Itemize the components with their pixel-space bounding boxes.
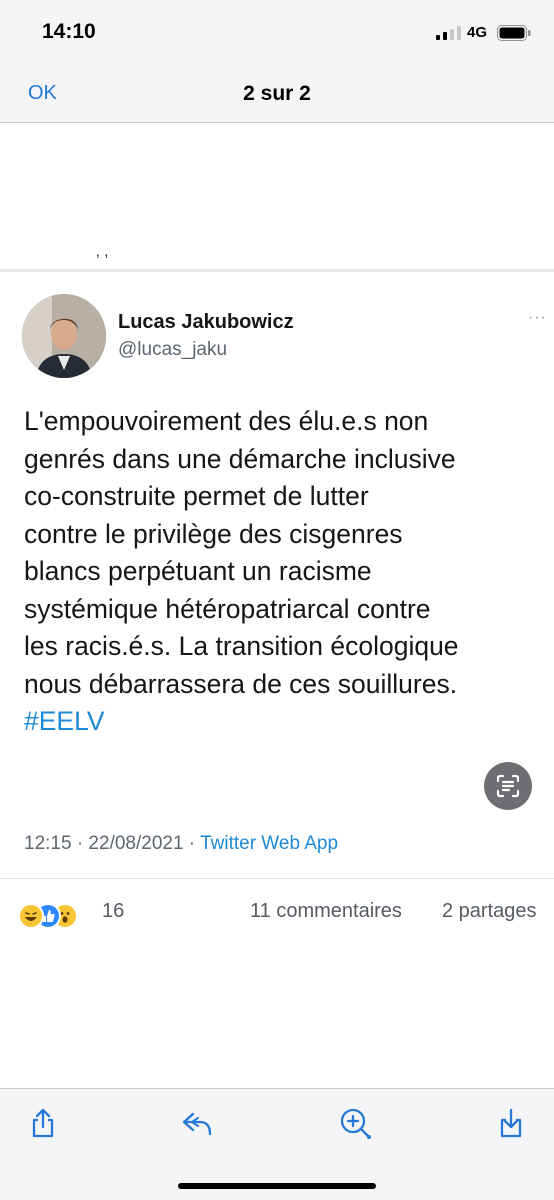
tweet-timestamp: 12:15 · 22/08/2021 · xyxy=(24,833,201,854)
live-text-icon xyxy=(496,774,520,798)
more-options-icon: ··· xyxy=(528,309,547,326)
person-avatar-icon xyxy=(22,294,106,378)
reactions-row[interactable] xyxy=(18,903,98,929)
tweet-text: L'empouvoirement des élu.e.s non genrés … xyxy=(24,406,459,699)
tweet-display-name[interactable]: Lucas Jakubowicz xyxy=(118,311,294,334)
status-time: 14:10 xyxy=(42,20,96,43)
reply-icon[interactable] xyxy=(180,1106,214,1140)
photo-viewer[interactable]: ‚ , Lucas Jakubowicz @lucas_jaku ··· L'e… xyxy=(0,123,554,1088)
tweet-bottom-divider xyxy=(0,878,554,879)
reaction-count[interactable]: 16 xyxy=(102,900,124,923)
signal-bars-icon xyxy=(436,26,461,40)
save-icon[interactable] xyxy=(494,1106,528,1140)
home-indicator[interactable] xyxy=(178,1183,376,1189)
share-icon[interactable] xyxy=(26,1106,60,1140)
comments-count[interactable]: 11 commentaires xyxy=(250,900,402,923)
hashtag-link[interactable]: #EELV xyxy=(24,706,105,736)
tweet-top-divider xyxy=(0,269,554,272)
shares-count[interactable]: 2 partages xyxy=(442,900,537,923)
tweet-meta: 12:15 · 22/08/2021 · Twitter Web App xyxy=(24,833,338,855)
tweet-body: L'empouvoirement des élu.e.s non genrés … xyxy=(24,403,554,741)
crop-artifact-text: ‚ , xyxy=(96,243,109,260)
status-bar: 14:10 4G xyxy=(0,0,554,66)
tweet-handle[interactable]: @lucas_jaku xyxy=(118,339,227,361)
markup-icon[interactable] xyxy=(338,1106,372,1140)
laughing-emoji-icon xyxy=(18,903,44,929)
network-type: 4G xyxy=(467,24,488,41)
tweet-source-link[interactable]: Twitter Web App xyxy=(200,833,338,854)
battery-icon xyxy=(497,25,531,41)
page-title: 2 sur 2 xyxy=(243,82,311,105)
live-text-button[interactable] xyxy=(484,762,532,810)
toolbar-divider xyxy=(0,1088,554,1089)
avatar xyxy=(22,294,106,378)
